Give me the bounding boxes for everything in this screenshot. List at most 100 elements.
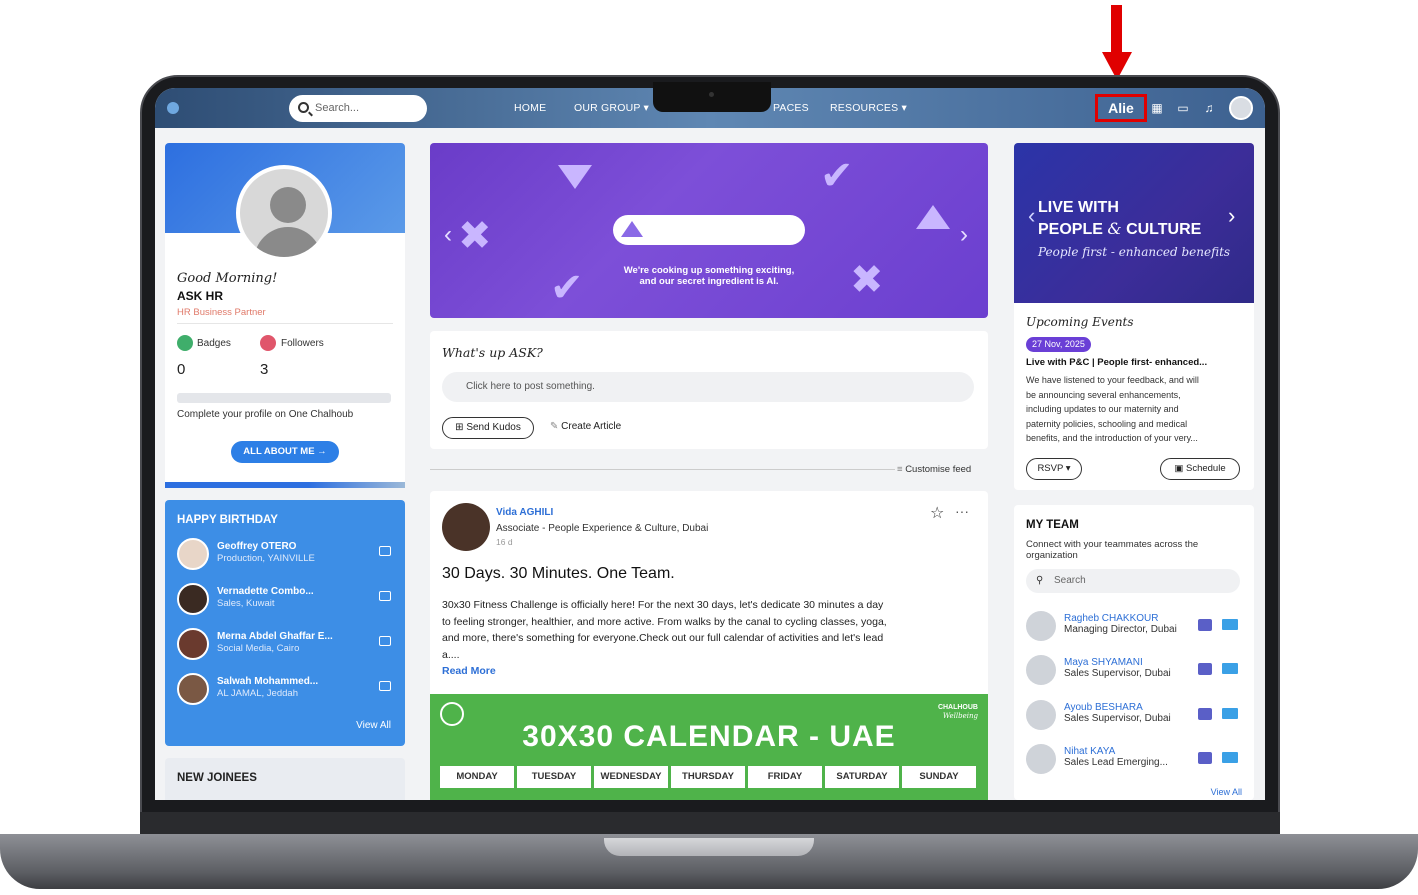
author-name[interactable]: Vida AGHILI [496, 507, 553, 518]
events-title: Upcoming Events [1026, 315, 1134, 329]
avatar [177, 538, 209, 570]
teams-icon[interactable] [1198, 663, 1212, 675]
birthday-subtitle: AL JAMAL, Jeddah [217, 688, 298, 699]
event-desc-line: paternity policies, schooling and medica… [1026, 418, 1188, 429]
mail-icon[interactable] [1222, 663, 1238, 674]
alie-logo: Alie [1108, 100, 1134, 116]
team-member[interactable]: Ragheb CHAKKOUR Managing Director, Dubai [1026, 611, 1242, 645]
team-title: MY TEAM [1026, 519, 1079, 531]
mail-icon[interactable] [1222, 619, 1238, 630]
calendar-icon: ▣ [1174, 463, 1184, 474]
birthday-view-all[interactable]: View All [356, 720, 391, 731]
teams-icon[interactable] [1198, 619, 1212, 631]
birthday-item[interactable]: Geoffrey OTERO Production, YAINVILLE [177, 538, 397, 574]
nav-resources[interactable]: RESOURCES ▾ [830, 102, 907, 114]
team-member[interactable]: Maya SHYAMANI Sales Supervisor, Dubai [1026, 655, 1242, 689]
logo-icon[interactable] [167, 102, 179, 114]
pencil-icon: ✎ [550, 421, 559, 432]
calendar-title: 30X30 CALENDAR - UAE [522, 720, 896, 753]
followers-count: 3 [260, 361, 269, 378]
post-age: 16 d [496, 537, 513, 547]
nav-resources-label: RESOURCES [830, 102, 899, 114]
calendar-image[interactable]: CHALHOUB Wellbeing 30X30 CALENDAR - UAE … [430, 694, 988, 800]
search-icon: ⚲ [1036, 575, 1044, 586]
event-banner-line-3: People first - enhanced benefits [1038, 245, 1231, 259]
filter-icon: ≡ [897, 464, 903, 475]
event-banner-people: PEOPLE [1038, 221, 1103, 238]
chevron-down-icon: ▾ [643, 102, 649, 114]
post-body-line: a.... [442, 648, 460, 661]
avatar [1026, 655, 1056, 685]
my-team-card: MY TEAM Connect with your teammates acro… [1014, 505, 1254, 800]
birthday-item[interactable]: Merna Abdel Ghaffar E... Social Media, C… [177, 628, 397, 664]
user-avatar[interactable] [1229, 96, 1253, 120]
teams-icon[interactable] [1198, 708, 1212, 720]
create-article-label: Create Article [561, 421, 622, 432]
avatar-head [270, 187, 306, 223]
birthday-item[interactable]: Vernadette Combo... Sales, Kuwait [177, 583, 397, 619]
team-member[interactable]: Ayoub BESHARA Sales Supervisor, Dubai [1026, 700, 1242, 734]
birthday-subtitle: Sales, Kuwait [217, 598, 275, 609]
nav-home[interactable]: HOME [514, 102, 546, 114]
more-options-icon[interactable]: ··· [955, 503, 969, 519]
event-prev-icon[interactable]: ‹ [1028, 203, 1035, 229]
event-banner-line-2: PEOPLE & CULTURE [1038, 219, 1201, 239]
nav-our-group[interactable]: OUR GROUP ▾ [574, 102, 649, 114]
message-icon[interactable] [379, 591, 391, 601]
kudos-icon: ⊞ [455, 422, 464, 433]
mail-icon[interactable] [1222, 752, 1238, 763]
team-member[interactable]: Nihat KAYA Sales Lead Emerging... [1026, 744, 1242, 778]
author-avatar[interactable] [442, 503, 490, 551]
carousel-prev-icon[interactable]: ‹ [444, 221, 452, 249]
new-joinees-title: NEW JOINEES [177, 772, 257, 784]
author-role: Associate - People Experience & Culture,… [496, 523, 709, 534]
avatar [177, 583, 209, 615]
teams-icon[interactable] [1198, 752, 1212, 764]
birthday-name: Vernadette Combo... [217, 586, 314, 597]
post-input[interactable]: Click here to post something. [442, 372, 974, 402]
calendar-day: MONDAY [440, 766, 514, 788]
team-member-role: Sales Lead Emerging... [1064, 757, 1168, 768]
profile-avatar[interactable] [236, 165, 332, 261]
message-icon[interactable] [379, 546, 391, 556]
profile-bottom-bar [165, 482, 405, 488]
nav-spaces[interactable]: PACES [773, 102, 809, 114]
chat-icon[interactable]: ▭ [1176, 101, 1190, 115]
event-next-icon[interactable]: › [1228, 203, 1235, 229]
schedule-label: Schedule [1186, 463, 1226, 474]
badges-label[interactable]: Badges [197, 338, 231, 349]
read-more-link[interactable]: Read More [442, 665, 496, 677]
all-about-me-button[interactable]: ALL ABOUT ME → [231, 441, 339, 463]
apps-grid-icon[interactable]: ▦ [1150, 101, 1164, 115]
schedule-button[interactable]: ▣ Schedule [1160, 458, 1240, 480]
feed-divider [430, 469, 895, 470]
star-icon[interactable]: ☆ [930, 503, 944, 523]
carousel-next-icon[interactable]: › [960, 221, 968, 249]
event-desc-line: be announcing several enhancements, [1026, 389, 1181, 400]
search-input[interactable]: Search... [289, 95, 427, 122]
alie-button[interactable]: Alie [1095, 94, 1147, 122]
birthday-name: Merna Abdel Ghaffar E... [217, 631, 333, 642]
post-body-line: to feeling stronger, healthier, and more… [442, 615, 887, 628]
post-body: 30x30 Fitness Challenge is officially he… [442, 597, 982, 663]
mail-icon[interactable] [1222, 708, 1238, 719]
create-article-button[interactable]: ✎ Create Article [550, 421, 621, 432]
avatar-body [254, 227, 322, 257]
event-banner[interactable]: ‹ › LIVE WITH PEOPLE & CULTURE People fi… [1014, 143, 1254, 303]
avatar [177, 673, 209, 705]
message-icon[interactable] [379, 681, 391, 691]
team-view-all[interactable]: View All [1211, 787, 1242, 797]
bell-icon[interactable]: ♫ [1202, 101, 1216, 115]
event-title[interactable]: Live with P&C | People first- enhanced..… [1026, 357, 1207, 368]
post-body-line: 30x30 Fitness Challenge is officially he… [442, 599, 884, 611]
camera-notch [653, 82, 771, 112]
event-banner-culture: CULTURE [1126, 221, 1202, 238]
send-kudos-button[interactable]: ⊞ Send Kudos [442, 417, 534, 439]
team-search-input[interactable]: ⚲ Search [1026, 569, 1240, 593]
birthday-item[interactable]: Salwah Mohammed... AL JAMAL, Jeddah [177, 673, 397, 709]
message-icon[interactable] [379, 636, 391, 646]
followers-label[interactable]: Followers [281, 338, 324, 349]
customise-feed-button[interactable]: ≡ Customise feed [897, 464, 971, 475]
rsvp-button[interactable]: RSVP ▾ [1026, 458, 1082, 480]
post-title: 30 Days. 30 Minutes. One Team. [442, 565, 675, 582]
